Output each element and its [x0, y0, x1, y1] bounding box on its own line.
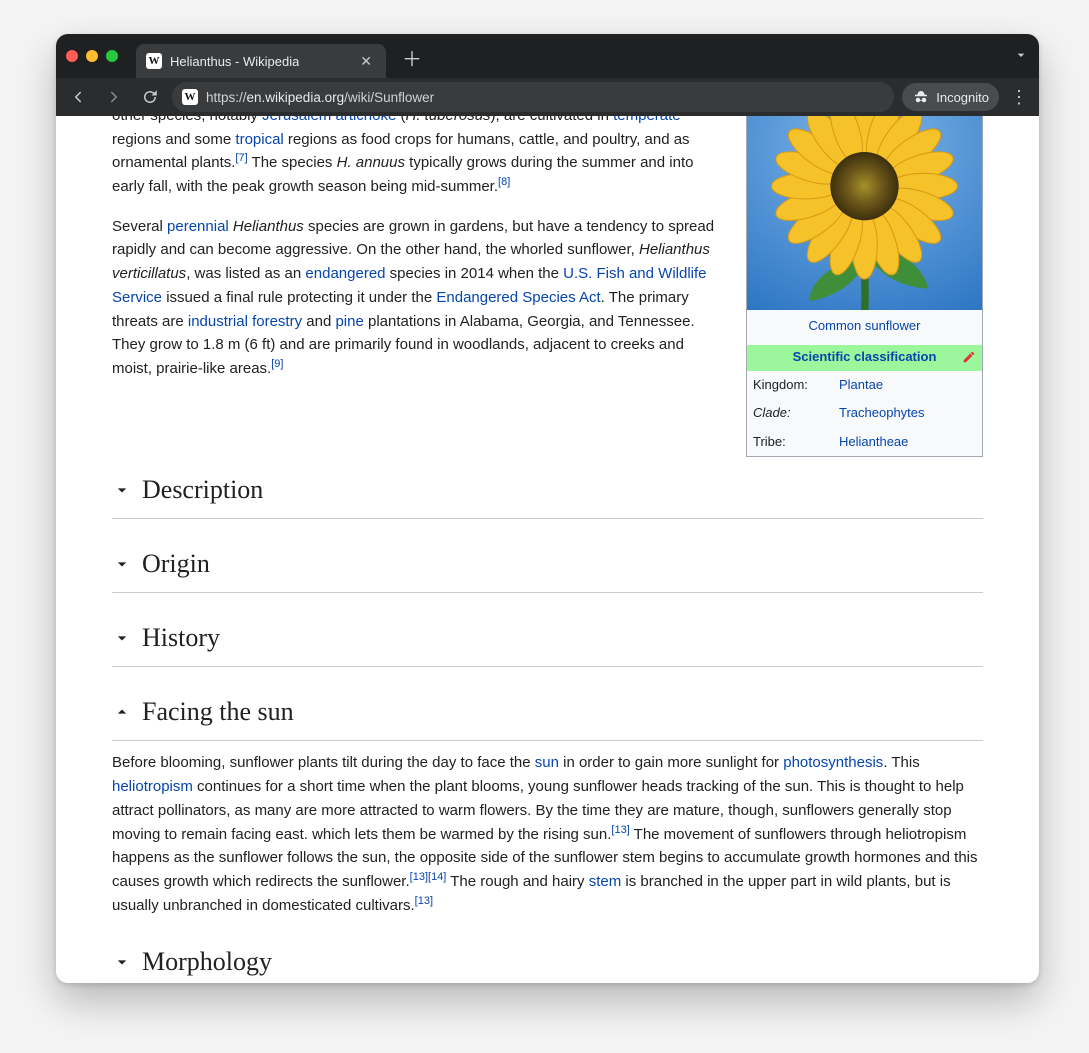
ref-13[interactable]: [13] — [611, 824, 629, 836]
ref-13[interactable]: [13] — [415, 895, 433, 907]
incognito-label: Incognito — [936, 90, 989, 105]
infobox-caption-link[interactable]: Common sunflower — [809, 318, 921, 333]
url-text: https://en.wikipedia.org/wiki/Sunflower — [206, 90, 434, 105]
taxobox: Common sunflower Scientific classificati… — [746, 116, 983, 457]
titlebar: W Helianthus - Wikipedia ✕ ＋ — [56, 34, 1039, 78]
taxon-value-link[interactable]: Tracheophytes — [839, 405, 925, 420]
link-photosynthesis[interactable]: photosynthesis — [783, 754, 883, 771]
heading-facing-the-sun[interactable]: Facing the sun — [112, 691, 983, 741]
taxon-row-kingdom: Kingdom: Plantae — [747, 371, 982, 400]
browser-menu-button[interactable]: ⋮ — [1007, 87, 1031, 108]
link-esa[interactable]: Endangered Species Act — [436, 289, 600, 306]
facing-paragraph: Before blooming, sunflower plants tilt d… — [112, 751, 983, 917]
taxon-label: Tribe: — [753, 432, 839, 453]
site-identity-icon[interactable]: W — [182, 89, 198, 105]
link-sun[interactable]: sun — [535, 754, 559, 771]
link-stem[interactable]: stem — [589, 873, 622, 890]
browser-tab[interactable]: W Helianthus - Wikipedia ✕ — [136, 44, 386, 78]
incognito-badge[interactable]: Incognito — [902, 83, 999, 111]
link-perennial[interactable]: perennial — [167, 218, 229, 235]
edit-pencil-icon[interactable] — [962, 350, 976, 364]
ref-9[interactable]: [9] — [271, 358, 283, 370]
forward-button[interactable] — [100, 83, 128, 111]
tabs-overflow-button[interactable] — [1013, 47, 1029, 68]
ref-14[interactable]: [14] — [428, 871, 446, 883]
heading-description[interactable]: Description — [112, 469, 983, 519]
toolbar: W https://en.wikipedia.org/wiki/Sunflowe… — [56, 78, 1039, 116]
taxon-label: Kingdom: — [753, 375, 839, 396]
chevron-up-icon — [112, 702, 132, 722]
scientific-classification-link[interactable]: Scientific classification — [793, 347, 937, 368]
new-tab-button[interactable]: ＋ — [402, 50, 422, 70]
reload-button[interactable] — [136, 83, 164, 111]
chevron-down-icon — [112, 554, 132, 574]
browser-window: W Helianthus - Wikipedia ✕ ＋ W https://e… — [56, 34, 1039, 983]
heading-origin[interactable]: Origin — [112, 543, 983, 593]
minimize-window-button[interactable] — [86, 50, 98, 62]
close-window-button[interactable] — [66, 50, 78, 62]
ref-8[interactable]: [8] — [498, 176, 510, 188]
back-button[interactable] — [64, 83, 92, 111]
infobox-image[interactable] — [747, 116, 982, 310]
link-tropical[interactable]: tropical — [235, 131, 283, 148]
favicon-wikipedia-icon: W — [146, 53, 162, 69]
link-heliotropism[interactable]: heliotropism — [112, 778, 193, 795]
chevron-down-icon — [112, 480, 132, 500]
link-industrial-forestry[interactable]: industrial forestry — [188, 313, 302, 330]
taxon-row-tribe: Tribe: Heliantheae — [747, 428, 982, 457]
taxon-value-link[interactable]: Heliantheae — [839, 434, 908, 449]
section-description: Description — [112, 469, 983, 519]
section-facing-the-sun: Facing the sun Before blooming, sunflowe… — [112, 691, 983, 917]
zoom-window-button[interactable] — [106, 50, 118, 62]
incognito-icon — [912, 88, 930, 106]
chevron-down-icon — [112, 628, 132, 648]
ref-13[interactable]: [13] — [410, 871, 428, 883]
link-temperate[interactable]: temperate — [613, 116, 681, 124]
section-origin: Origin — [112, 543, 983, 593]
taxon-row-clade: Clade: Tracheophytes — [747, 399, 982, 428]
window-controls — [66, 50, 118, 62]
heading-morphology[interactable]: Morphology — [112, 941, 983, 983]
section-history: History — [112, 617, 983, 667]
page-viewport: Common sunflower Scientific classificati… — [56, 116, 1039, 983]
link-endangered[interactable]: endangered — [305, 265, 385, 282]
taxon-value-link[interactable]: Plantae — [839, 377, 883, 392]
heading-history[interactable]: History — [112, 617, 983, 667]
taxon-label: Clade: — [753, 403, 839, 424]
wikipedia-article: Common sunflower Scientific classificati… — [56, 116, 1039, 983]
tab-close-button[interactable]: ✕ — [356, 54, 376, 68]
link-jerusalem-artichoke[interactable]: Jerusalem artichoke — [262, 116, 396, 124]
address-bar[interactable]: W https://en.wikipedia.org/wiki/Sunflowe… — [172, 82, 894, 112]
link-pine[interactable]: pine — [335, 313, 363, 330]
section-morphology: Morphology — [112, 941, 983, 983]
tab-title: Helianthus - Wikipedia — [170, 54, 299, 69]
chevron-down-icon — [112, 952, 132, 972]
scientific-classification-header: Scientific classification — [747, 345, 982, 371]
ref-7[interactable]: [7] — [235, 152, 247, 164]
